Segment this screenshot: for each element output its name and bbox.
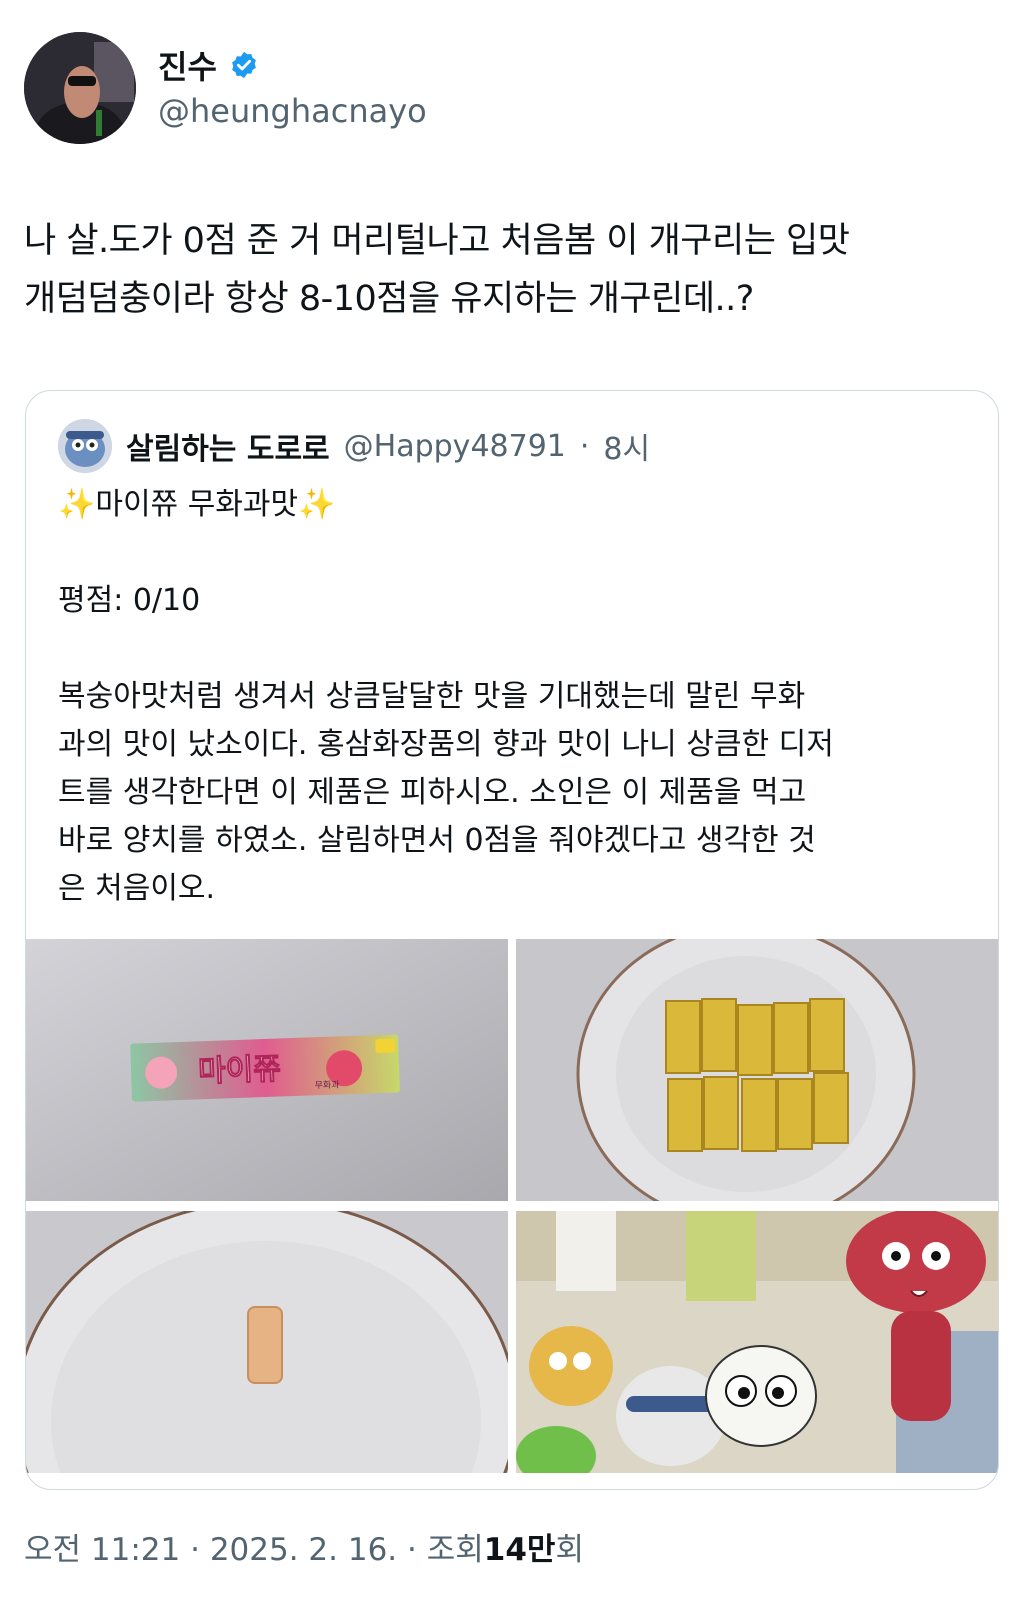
tweet-time[interactable]: 오전 11:21: [24, 1532, 180, 1568]
quoted-rating: 평점: 0/10: [58, 583, 201, 618]
meta-separator: ·: [407, 1532, 417, 1568]
meta-separator: ·: [190, 1532, 200, 1568]
views-label: 조회: [426, 1532, 484, 1568]
author-name-row[interactable]: 진수: [158, 42, 259, 88]
author-handle[interactable]: @heunghacnayo: [158, 92, 427, 130]
quoted-body: 복숭아맛처럼 생겨서 상큼달달한 맛을 기대했는데 말린 무화 과의 맛이 났소…: [58, 679, 834, 906]
media-photo-wrapped-candies[interactable]: [516, 939, 998, 1201]
media-grid: 마이쮸 무화과: [26, 939, 998, 1489]
views-count: 14만: [483, 1532, 556, 1568]
media-photo-keroro-frame[interactable]: [516, 1211, 998, 1473]
quoted-tweet-text: ✨마이쮸 무화과맛✨ 평점: 0/10 복숭아맛처럼 생겨서 상큼달달한 맛을 …: [58, 481, 958, 913]
package-subtext: 무화과: [314, 1079, 339, 1091]
quoted-title: ✨마이쮸 무화과맛✨: [58, 487, 336, 522]
quoted-separator: ·: [579, 428, 590, 464]
media-photo-single-candy[interactable]: [26, 1211, 508, 1473]
quoted-time: 8시: [603, 432, 651, 467]
quoted-author-handle: @Happy48791: [343, 428, 566, 464]
quoted-author-avatar: [58, 419, 112, 473]
quoted-author-name: 살림하는 도로로: [126, 432, 330, 467]
quoted-tweet-card[interactable]: 살림하는 도로로 @Happy48791 · 8시 ✨마이쮸 무화과맛✨ 평점:…: [25, 390, 999, 1490]
author-name[interactable]: 진수: [158, 42, 217, 88]
tweet-meta: 오전 11:21 · 2025. 2. 16. · 조회14만회: [24, 1524, 584, 1569]
quoted-tweet-header: 살림하는 도로로 @Happy48791 · 8시: [58, 419, 650, 473]
author-avatar[interactable]: [24, 32, 136, 144]
tweet-text: 나 살.도가 0점 준 거 머리털나고 처음봄 이 개구리는 입맛 개덤덤충이라…: [24, 221, 850, 319]
verified-badge-icon: [229, 50, 259, 80]
media-photo-package[interactable]: 마이쮸 무화과: [26, 939, 508, 1201]
tweet-date[interactable]: 2025. 2. 16.: [210, 1532, 397, 1568]
views-suffix: 회: [555, 1532, 584, 1568]
package-text: 마이쮸: [198, 1051, 282, 1089]
